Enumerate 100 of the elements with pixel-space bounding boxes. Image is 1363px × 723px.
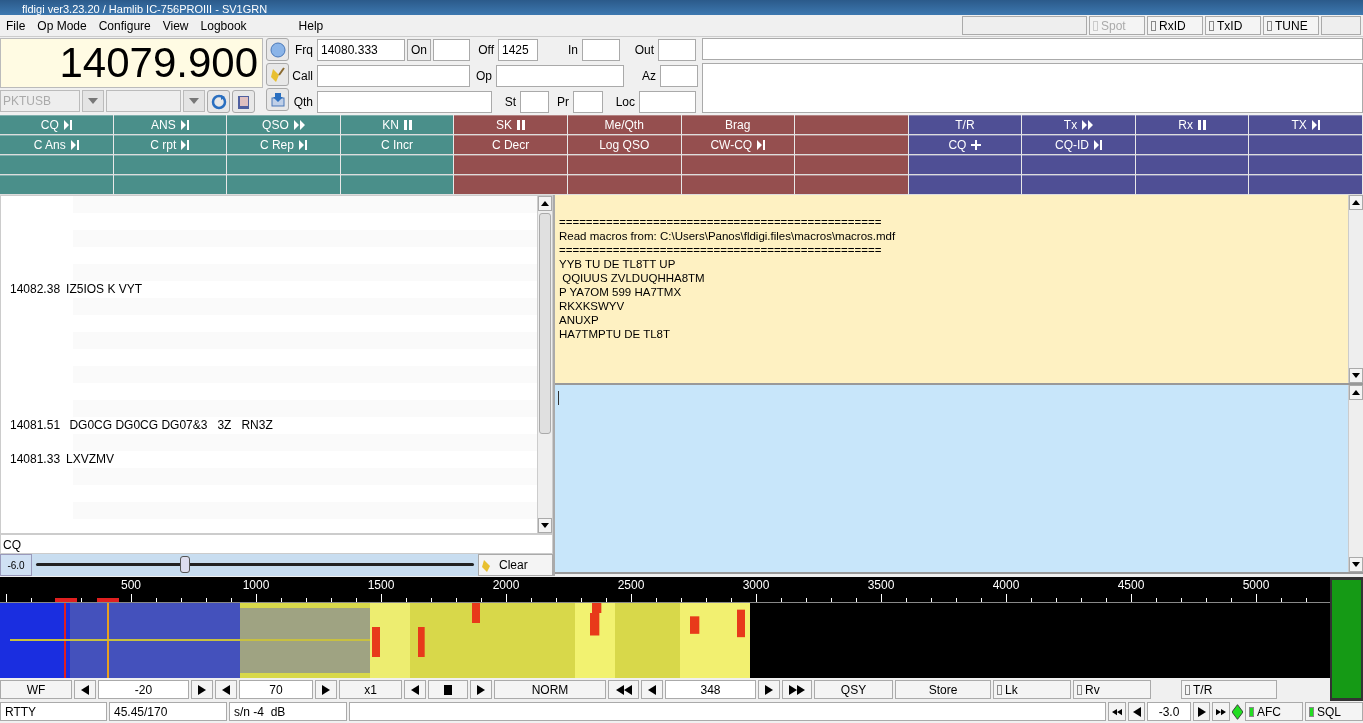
- macro-button[interactable]: [1135, 175, 1250, 195]
- macro-button[interactable]: C rpt: [113, 135, 228, 155]
- macro-button[interactable]: [113, 175, 228, 195]
- arrow-button[interactable]: [215, 680, 237, 699]
- on-button[interactable]: On: [407, 38, 431, 61]
- refresh-button[interactable]: [207, 90, 230, 113]
- value-field[interactable]: 70: [239, 680, 313, 699]
- macro-button[interactable]: [1249, 155, 1363, 175]
- arrow-button[interactable]: [404, 680, 426, 699]
- macro-button[interactable]: [567, 175, 682, 195]
- frequency-display[interactable]: 14079.900: [0, 38, 263, 88]
- input-field[interactable]: [658, 38, 696, 61]
- notes-field[interactable]: [702, 38, 1363, 60]
- macro-button[interactable]: [227, 155, 341, 175]
- macro-button[interactable]: Me/Qth: [567, 115, 682, 135]
- macro-button[interactable]: QSO: [227, 115, 341, 135]
- macro-button[interactable]: C Decr: [454, 135, 568, 155]
- input-field[interactable]: [573, 90, 603, 113]
- input-field[interactable]: 14080.333: [317, 38, 405, 61]
- arrow-button[interactable]: [782, 680, 812, 699]
- macro-button[interactable]: [1135, 155, 1250, 175]
- macro-button[interactable]: [795, 115, 909, 135]
- arrow-button[interactable]: [74, 680, 96, 699]
- menu-item[interactable]: Help: [292, 18, 330, 33]
- macro-button[interactable]: [908, 175, 1023, 195]
- macro-button[interactable]: T/R: [908, 115, 1023, 135]
- macro-button[interactable]: C Ans: [0, 135, 114, 155]
- arrow-button[interactable]: [1128, 702, 1145, 721]
- macro-button[interactable]: CQ: [0, 115, 114, 135]
- import-button[interactable]: [266, 88, 289, 111]
- macro-button[interactable]: [681, 155, 796, 175]
- dropdown-button[interactable]: [82, 90, 104, 112]
- arrow-button[interactable]: [1108, 702, 1126, 721]
- slider-thumb[interactable]: [179, 556, 190, 573]
- toggle-button[interactable]: Rv: [1073, 680, 1151, 699]
- macro-button[interactable]: [0, 155, 114, 175]
- control-button[interactable]: QSY: [814, 680, 893, 699]
- input-field[interactable]: [317, 90, 492, 113]
- arrow-button[interactable]: [315, 680, 337, 699]
- macro-button[interactable]: ANS: [113, 115, 228, 135]
- macro-button[interactable]: [908, 155, 1023, 175]
- macro-button[interactable]: [227, 175, 341, 195]
- afc-toggle[interactable]: AFC: [1245, 702, 1303, 721]
- value-field[interactable]: 348: [665, 680, 756, 699]
- arrow-button[interactable]: [1212, 702, 1230, 721]
- macro-button[interactable]: [113, 155, 228, 175]
- toggle-button[interactable]: TxID: [1205, 16, 1261, 35]
- macro-button[interactable]: [567, 155, 682, 175]
- macro-button[interactable]: [681, 175, 796, 195]
- arrow-button[interactable]: [641, 680, 663, 699]
- macro-button[interactable]: [1135, 135, 1250, 155]
- macro-button[interactable]: CQ: [908, 135, 1023, 155]
- arrow-button[interactable]: [608, 680, 639, 699]
- sql-toggle[interactable]: SQL: [1305, 702, 1363, 721]
- macro-button[interactable]: C Rep: [227, 135, 341, 155]
- arrow-button[interactable]: [428, 680, 468, 699]
- macro-button[interactable]: [1249, 135, 1363, 155]
- input-field[interactable]: [660, 64, 698, 87]
- clear-button[interactable]: Clear: [478, 554, 553, 576]
- book-button[interactable]: [232, 90, 255, 113]
- macro-button[interactable]: [340, 155, 455, 175]
- macro-button[interactable]: SK: [454, 115, 568, 135]
- control-button[interactable]: WF: [0, 680, 72, 699]
- menu-item[interactable]: Op Mode: [31, 18, 93, 33]
- arrow-button[interactable]: [470, 680, 492, 699]
- toggle-button[interactable]: TUNE: [1263, 16, 1319, 35]
- arrow-button[interactable]: [758, 680, 780, 699]
- control-button[interactable]: x1: [339, 680, 402, 699]
- input-field[interactable]: [496, 64, 624, 87]
- dropdown-button[interactable]: [183, 90, 205, 112]
- input-field[interactable]: [639, 90, 696, 113]
- macro-button[interactable]: CQ-ID: [1022, 135, 1136, 155]
- macro-button[interactable]: Rx: [1135, 115, 1250, 135]
- macro-button[interactable]: [454, 155, 568, 175]
- notes-field[interactable]: [702, 63, 1363, 113]
- input-field[interactable]: [433, 38, 470, 61]
- toggle-button[interactable]: T/R: [1181, 680, 1277, 699]
- macro-button[interactable]: Brag: [681, 115, 796, 135]
- macro-button[interactable]: [795, 155, 909, 175]
- broom-button[interactable]: [266, 63, 289, 86]
- macro-button[interactable]: [1249, 175, 1363, 195]
- input-field[interactable]: CQ: [0, 534, 553, 554]
- macro-button[interactable]: [1022, 155, 1136, 175]
- macro-button[interactable]: [0, 175, 114, 195]
- input-field[interactable]: [520, 90, 549, 113]
- globe-button[interactable]: [266, 38, 289, 61]
- squelch-value[interactable]: -3.0: [1147, 702, 1191, 721]
- toggle-button[interactable]: Lk: [993, 680, 1071, 699]
- macro-button[interactable]: [1022, 175, 1136, 195]
- menu-item[interactable]: Logbook: [194, 18, 253, 33]
- value-field[interactable]: -20: [98, 680, 189, 699]
- macro-button[interactable]: [340, 175, 455, 195]
- macro-button[interactable]: KN: [340, 115, 455, 135]
- input-field[interactable]: [582, 38, 620, 61]
- menu-item[interactable]: Configure: [92, 18, 157, 33]
- control-button[interactable]: NORM: [494, 680, 606, 699]
- macro-button[interactable]: [795, 135, 909, 155]
- macro-button[interactable]: Log QSO: [567, 135, 682, 155]
- scrollbar[interactable]: [537, 196, 552, 533]
- macro-button[interactable]: TX: [1249, 115, 1363, 135]
